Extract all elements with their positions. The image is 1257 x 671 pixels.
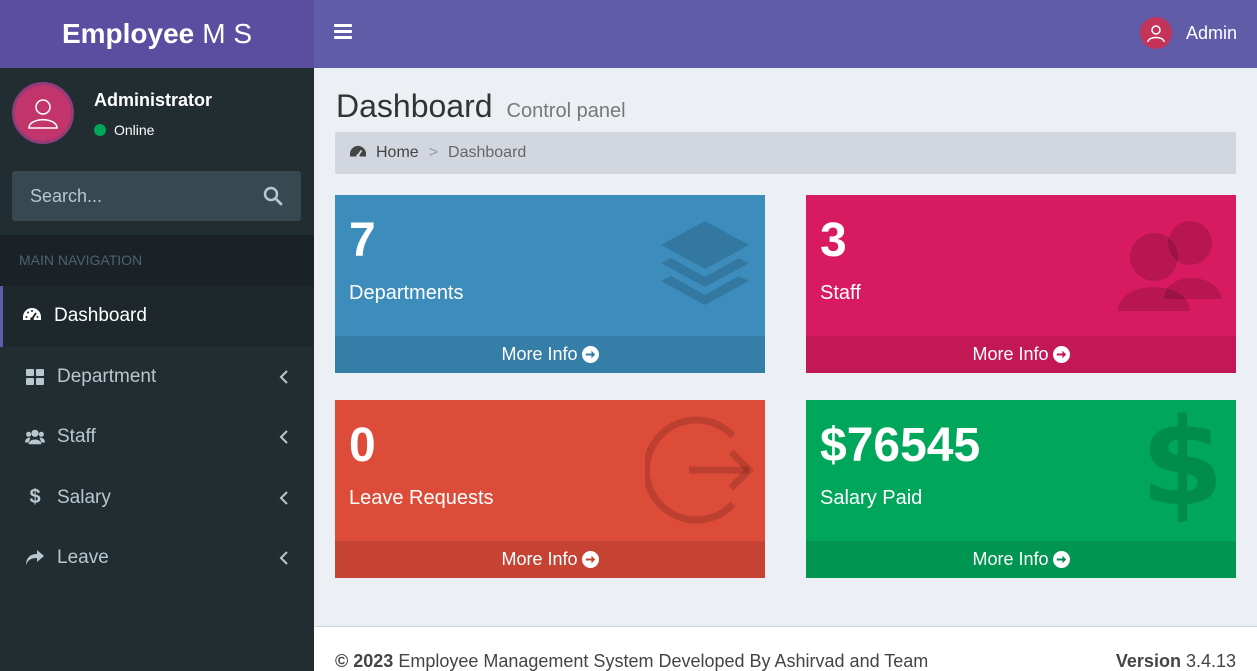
user-panel: Administrator Online xyxy=(12,82,302,144)
chevron-left-icon xyxy=(279,551,288,565)
info-box-value: 3 xyxy=(820,214,847,267)
breadcrumb-home-link[interactable]: Home xyxy=(349,144,419,162)
more-info-link[interactable]: More Info xyxy=(335,336,765,373)
dollar-icon: $ xyxy=(29,486,41,509)
user-menu-name: Admin xyxy=(1185,22,1237,43)
search-icon[interactable] xyxy=(263,186,283,206)
copyright-text: Employee Management System Developed By … xyxy=(398,651,929,671)
more-info-label: More Info xyxy=(501,549,578,569)
share-icon xyxy=(25,548,45,568)
sidebar-item-label: Staff xyxy=(57,426,96,448)
app-logo[interactable]: Employee M S xyxy=(0,0,314,68)
layers-icon xyxy=(661,221,749,305)
info-box-label: Departments xyxy=(349,282,464,304)
nav-header: MAIN NAVIGATION xyxy=(0,235,314,286)
info-box-value: $76545 xyxy=(820,419,981,472)
sidebar-item-label: Leave xyxy=(57,547,109,569)
more-info-label: More Info xyxy=(972,549,1049,569)
version-label: Version xyxy=(1115,651,1181,671)
more-info-label: More Info xyxy=(501,344,578,364)
breadcrumb-current: Dashboard xyxy=(448,144,527,161)
users-icon xyxy=(25,427,45,447)
chevron-left-icon xyxy=(279,430,288,444)
sidebar-toggle-icon[interactable] xyxy=(334,24,352,42)
sign-out-icon xyxy=(645,416,754,524)
sidebar: Administrator Online MAIN NAVIGATION Das… xyxy=(0,68,314,671)
info-box-salary-paid: $76545 Salary Paid $ More Info xyxy=(806,400,1236,578)
dollar-icon: $ xyxy=(1140,394,1225,533)
sidebar-menu: Dashboard Department Staff $ Salary Leav xyxy=(0,286,314,589)
dashboard-icon xyxy=(22,306,42,326)
grid-icon xyxy=(25,367,45,387)
info-box-value: 7 xyxy=(349,214,376,267)
search-input[interactable] xyxy=(30,185,263,207)
info-box-label: Staff xyxy=(820,282,861,304)
arrow-circle-right-icon xyxy=(581,551,599,568)
online-status-icon xyxy=(94,124,106,136)
sidebar-item-department[interactable]: Department xyxy=(0,347,314,408)
page-title: Dashboard xyxy=(336,88,493,124)
info-box-leave-requests: 0 Leave Requests More Info xyxy=(335,400,765,578)
top-navbar: Admin xyxy=(314,0,1257,68)
user-panel-name: Administrator xyxy=(94,90,213,110)
content-header: Dashboard Control panel xyxy=(336,88,626,125)
sidebar-item-label: Dashboard xyxy=(54,305,147,327)
chevron-left-icon xyxy=(279,369,288,384)
users-icon xyxy=(1118,221,1222,311)
arrow-circle-right-icon xyxy=(1052,346,1070,363)
main-footer: © 2023 Employee Management System Develo… xyxy=(314,626,1257,671)
breadcrumb-home-label: Home xyxy=(376,144,419,161)
arrow-circle-right-icon xyxy=(581,346,599,363)
more-info-link[interactable]: More Info xyxy=(806,336,1236,373)
user-panel-avatar-icon xyxy=(12,82,74,144)
logo-text: M S xyxy=(202,18,253,49)
more-info-link[interactable]: More Info xyxy=(335,541,765,578)
page-subtitle: Control panel xyxy=(506,100,626,122)
copyright-year: © 2023 xyxy=(335,651,394,671)
more-info-link[interactable]: More Info xyxy=(806,541,1236,578)
user-status: Online xyxy=(94,122,154,138)
chevron-left-icon xyxy=(279,490,288,505)
version: Version 3.4.13 xyxy=(1116,651,1236,671)
more-info-label: More Info xyxy=(972,344,1049,364)
sidebar-item-staff[interactable]: Staff xyxy=(0,407,314,468)
info-box-departments: 7 Departments More Info xyxy=(335,195,765,373)
logo-bold-text: Employee xyxy=(61,18,195,49)
breadcrumb: Home > Dashboard xyxy=(335,132,1236,174)
info-box-value: 0 xyxy=(349,419,376,472)
user-avatar-icon xyxy=(1139,17,1172,49)
sidebar-item-dashboard[interactable]: Dashboard xyxy=(0,286,314,347)
user-menu[interactable]: Admin xyxy=(1139,17,1237,49)
breadcrumb-separator: > xyxy=(428,144,439,161)
sidebar-item-salary[interactable]: $ Salary xyxy=(0,468,314,529)
sidebar-search xyxy=(12,171,301,221)
info-box-label: Salary Paid xyxy=(820,487,923,509)
user-status-text: Online xyxy=(114,122,155,138)
sidebar-item-label: Department xyxy=(57,365,157,387)
dashboard-icon xyxy=(350,145,366,158)
copyright: © 2023 Employee Management System Develo… xyxy=(335,651,928,671)
arrow-circle-right-icon xyxy=(1052,551,1070,568)
sidebar-item-label: Salary xyxy=(57,486,111,508)
info-box-staff: 3 Staff More Info xyxy=(806,195,1236,373)
version-number: 3.4.13 xyxy=(1185,651,1236,671)
info-box-label: Leave Requests xyxy=(349,487,494,509)
sidebar-item-leave[interactable]: Leave xyxy=(0,528,314,589)
